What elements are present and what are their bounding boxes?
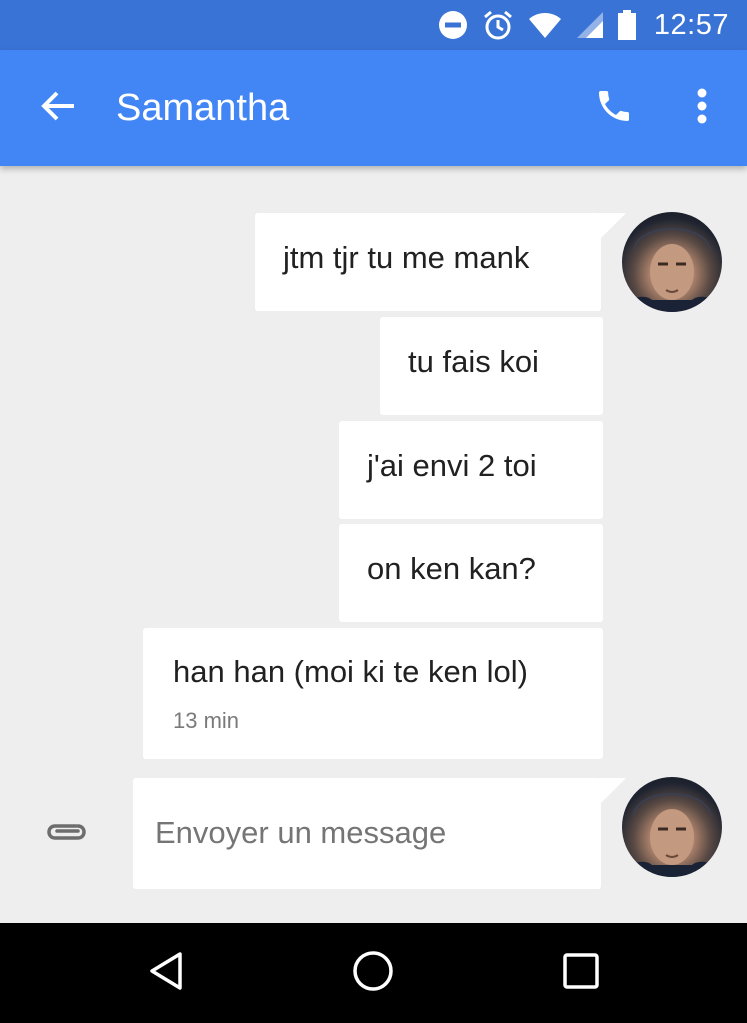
- status-bar: 12:57: [0, 0, 747, 50]
- message-bubble[interactable]: jtm tjr tu me mank: [255, 213, 601, 311]
- more-options-button[interactable]: [680, 84, 724, 132]
- bubble-tail: [600, 213, 626, 239]
- status-time: 12:57: [653, 8, 729, 41]
- nav-home-button[interactable]: [345, 945, 401, 1001]
- message-bubble[interactable]: j'ai envi 2 toi: [339, 421, 603, 519]
- navigation-bar: [0, 923, 747, 1023]
- back-arrow-icon: [40, 90, 76, 127]
- message-text: j'ai envi 2 toi: [367, 448, 537, 483]
- message-bubble[interactable]: han han (moi ki te ken lol) 13 min: [143, 628, 603, 759]
- battery-icon: [617, 10, 636, 40]
- wifi-icon: [528, 11, 562, 39]
- back-button[interactable]: [36, 86, 80, 130]
- message-composer: [133, 778, 601, 889]
- composer-tail: [600, 778, 626, 804]
- call-button[interactable]: [590, 84, 638, 132]
- paperclip-icon: [44, 819, 88, 850]
- phone-icon: [594, 86, 634, 131]
- message-bubble[interactable]: on ken kan?: [339, 524, 603, 622]
- back-triangle-icon: [147, 951, 185, 996]
- message-text: jtm tjr tu me mank: [283, 240, 530, 275]
- nav-back-button[interactable]: [138, 945, 194, 1001]
- alarm-icon: [482, 9, 514, 41]
- recents-square-icon: [562, 952, 600, 995]
- message-text: tu fais koi: [408, 344, 539, 379]
- status-icons: 12:57: [438, 0, 729, 50]
- attach-button[interactable]: [40, 814, 92, 854]
- message-input[interactable]: [155, 808, 575, 858]
- self-avatar[interactable]: [622, 777, 722, 877]
- conversation-title: Samantha: [116, 87, 290, 129]
- nav-recents-button[interactable]: [553, 945, 609, 1001]
- signal-icon: [576, 11, 604, 39]
- app-bar: Samantha: [0, 50, 747, 166]
- more-vert-icon: [696, 88, 708, 129]
- message-timestamp: 13 min: [173, 708, 240, 733]
- message-bubble[interactable]: tu fais koi: [380, 317, 603, 415]
- do-not-disturb-icon: [438, 10, 468, 40]
- message-text: on ken kan?: [367, 551, 536, 586]
- message-text: han han (moi ki te ken lol): [173, 654, 528, 689]
- home-circle-icon: [352, 950, 394, 997]
- avatar[interactable]: [622, 212, 722, 312]
